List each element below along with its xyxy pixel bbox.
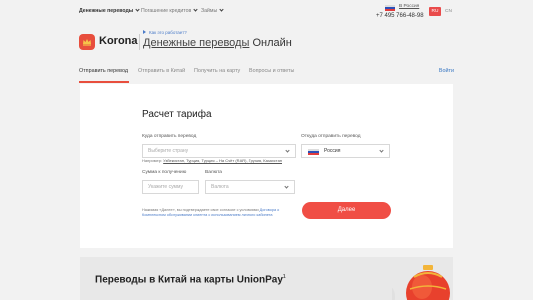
login-link[interactable]: Войти xyxy=(439,68,454,74)
tab-send-transfer[interactable]: Отправить перевод xyxy=(79,68,128,74)
page-title: Денежные переводы Онлайн xyxy=(143,37,292,49)
chevron-down-icon xyxy=(379,148,384,153)
how-it-works-label: Как это работает? xyxy=(149,30,187,35)
source-country-select[interactable]: Россия xyxy=(301,144,390,158)
topnav-label: Займы xyxy=(201,8,218,14)
page-title-rest: Онлайн xyxy=(249,37,292,49)
source-label: Откуда отправить перевод xyxy=(301,134,361,139)
russia-flag-icon xyxy=(308,149,319,155)
currency-select[interactable]: Валюта xyxy=(205,180,295,194)
main-tabs: Отправить перевод Отправить в Китай Полу… xyxy=(79,67,454,83)
currency-placeholder: Валюта xyxy=(211,184,229,190)
chevron-down-icon xyxy=(193,7,198,12)
calculator-title: Расчет тарифа xyxy=(142,109,212,120)
lang-cn-button[interactable]: CN xyxy=(445,7,452,16)
amount-label: Сумма к получению xyxy=(142,170,187,175)
chinese-lantern-illustration xyxy=(392,265,450,300)
topnav-credit-repayment[interactable]: Погашение кредитов xyxy=(141,7,198,14)
topnav-loans[interactable]: Займы xyxy=(201,7,224,14)
lang-ru-button[interactable]: RU xyxy=(429,7,441,16)
tab-faq[interactable]: Вопросы и ответы xyxy=(249,68,294,74)
banner-footnote-mark: 1 xyxy=(282,274,286,280)
top-bar: Денежные переводы Погашение кредитов Зай… xyxy=(0,0,533,24)
country-selector[interactable]: В Россия xyxy=(399,4,419,9)
russia-flag-icon xyxy=(385,5,395,11)
support-phone[interactable]: +7 495 766-48-98 xyxy=(376,13,424,19)
logo-text[interactable]: Korona xyxy=(99,35,138,47)
how-it-works-link[interactable]: Как это работает? xyxy=(143,30,187,35)
chevron-down-icon xyxy=(135,7,140,12)
unionpay-promo-banner[interactable]: Переводы в Китай на карты UnionPay1 xyxy=(80,257,453,300)
chevron-down-icon xyxy=(219,7,224,12)
logo-divider xyxy=(139,34,140,50)
destination-placeholder: Выберите страну xyxy=(148,148,189,154)
play-triangle-icon xyxy=(143,30,146,34)
chevron-down-icon xyxy=(285,148,290,153)
next-button[interactable]: Далее xyxy=(302,202,391,219)
destination-country-select[interactable]: Выберите страну xyxy=(142,144,296,158)
banner-title: Переводы в Китай на карты UnionPay1 xyxy=(95,274,286,285)
consent-text: Нажимая «Далее», вы подтверждаете свое с… xyxy=(142,208,302,218)
page-title-underlined: Денежные переводы xyxy=(143,37,250,49)
banner-title-text: Переводы в Китай на карты UnionPay xyxy=(95,274,283,286)
topnav-label: Погашение кредитов xyxy=(141,8,192,14)
amount-placeholder: Укажите сумму xyxy=(148,184,183,190)
tab-receive-to-card[interactable]: Получить на карту xyxy=(194,68,240,74)
crown-logo-icon[interactable] xyxy=(79,34,95,50)
examples-links[interactable]: Узбекистан, Турция, Турция – На Счёт (RA… xyxy=(163,158,282,163)
amount-input[interactable]: Укажите сумму xyxy=(142,180,199,194)
currency-label: Валюта xyxy=(205,170,222,175)
topnav-money-transfers[interactable]: Денежные переводы xyxy=(79,7,140,14)
examples-prefix: Например: xyxy=(142,158,164,163)
tab-send-to-china[interactable]: Отправить в Китай xyxy=(138,68,185,74)
chevron-down-icon xyxy=(284,184,289,189)
destination-label: Куда отправить перевод xyxy=(142,134,197,139)
destination-examples: Например: Узбекистан, Турция, Турция – Н… xyxy=(142,158,282,163)
source-value: Россия xyxy=(324,148,341,154)
consent-body: Нажимая «Далее», вы подтверждаете свое с… xyxy=(142,208,260,212)
topnav-label: Денежные переводы xyxy=(79,8,134,14)
active-tab-indicator xyxy=(79,81,129,83)
tariff-calculator-card: Расчет тарифа Куда отправить перевод Выб… xyxy=(80,84,453,248)
